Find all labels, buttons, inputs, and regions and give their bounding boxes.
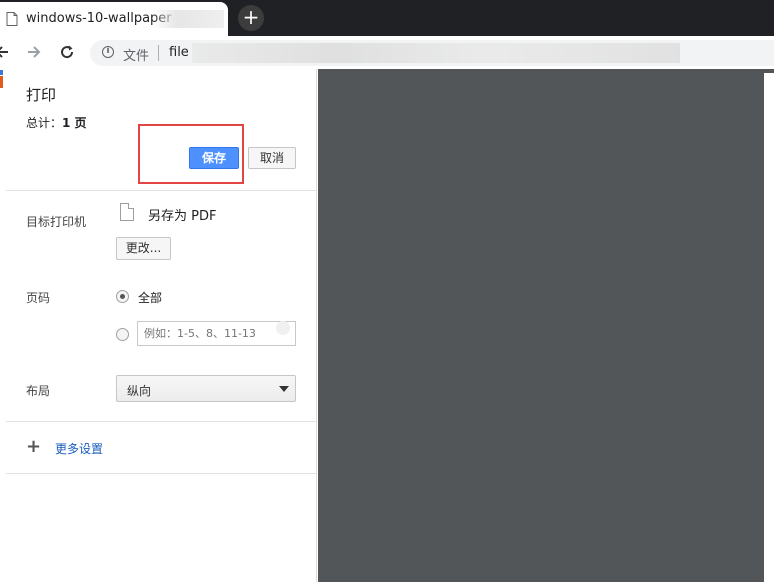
tab-title: windows-10-wallpaper — [26, 11, 172, 26]
pages-custom-input[interactable] — [137, 321, 296, 346]
reload-icon — [61, 45, 74, 59]
tab-title-redaction — [152, 10, 224, 28]
page-total-label: 总计： — [26, 116, 63, 130]
page-total-value: 1 页 — [62, 116, 87, 130]
pdf-document-icon — [120, 203, 134, 221]
page-total: 总计：1 页 — [26, 114, 87, 131]
tab-strip: windows-10-wallpaper + — [0, 0, 774, 36]
section-divider — [6, 473, 316, 474]
save-button[interactable]: 保存 — [189, 147, 239, 169]
preview-page — [764, 73, 774, 582]
chevron-down-icon — [279, 386, 289, 392]
browser-tab[interactable]: windows-10-wallpaper — [0, 2, 228, 36]
url-redaction — [192, 43, 680, 63]
arrow-right-icon — [28, 46, 41, 58]
pages-label: 页码 — [26, 291, 51, 305]
url-separator — [158, 45, 159, 61]
back-button[interactable] — [0, 42, 12, 62]
new-tab-button[interactable]: + — [238, 5, 264, 31]
print-preview-area — [318, 69, 774, 582]
print-title: 打印 — [26, 86, 57, 104]
url-scheme-label: 文件 — [123, 49, 150, 64]
pages-all-radio[interactable] — [116, 290, 129, 303]
edge-marker — [0, 76, 3, 88]
pages-custom-radio[interactable] — [116, 328, 129, 341]
destination-value: 另存为 PDF — [148, 209, 217, 224]
layout-select[interactable]: 纵向 — [116, 375, 296, 402]
url-text: file — [169, 45, 189, 60]
browser-toolbar: i 文件 file — [0, 36, 774, 69]
address-bar[interactable]: i 文件 file — [90, 40, 774, 66]
input-decoration — [276, 321, 290, 335]
more-settings-link[interactable]: 更多设置 — [55, 440, 103, 457]
forward-button[interactable] — [24, 42, 44, 62]
change-destination-button[interactable]: 更改... — [116, 237, 171, 260]
arrow-left-icon — [0, 46, 8, 58]
destination-label: 目标打印机 — [26, 215, 87, 229]
layout-label: 布局 — [26, 384, 51, 398]
section-divider — [6, 421, 316, 422]
pages-all-label: 全部 — [138, 291, 163, 305]
plus-icon[interactable]: + — [26, 438, 41, 456]
reload-button[interactable] — [57, 42, 77, 62]
file-icon — [6, 12, 18, 26]
layout-select-value: 纵向 — [127, 384, 152, 398]
info-icon[interactable]: i — [102, 46, 114, 58]
print-settings-panel: 打印 总计：1 页 保存 取消 目标打印机 另存为 PDF 更改... 页码 全… — [6, 69, 317, 582]
cancel-button[interactable]: 取消 — [248, 147, 296, 169]
edge-marker — [0, 70, 3, 75]
section-divider — [6, 190, 316, 191]
